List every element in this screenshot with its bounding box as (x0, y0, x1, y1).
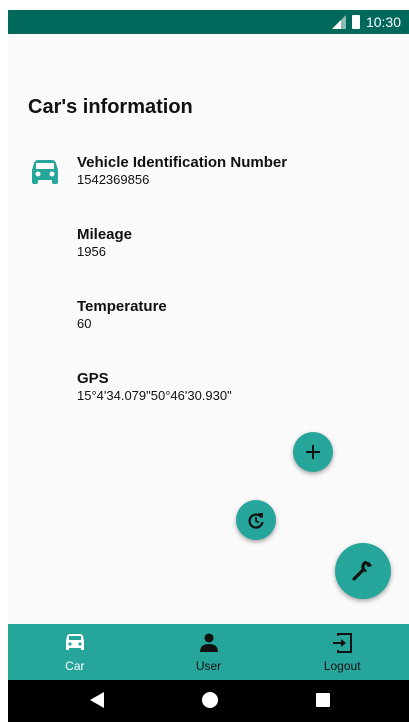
signal-icon (331, 15, 346, 29)
nav-label-user: User (195, 659, 222, 673)
vin-value: 1542369856 (77, 172, 150, 187)
status-icons: 10:30 (331, 14, 401, 30)
home-icon[interactable] (201, 691, 219, 709)
page-title: Car's information (28, 96, 193, 118)
logout-icon (333, 633, 353, 653)
system-navigation-bar (8, 680, 409, 722)
battery-icon (351, 15, 360, 29)
gps-field: GPS 15°4'34.079"50°46'30.930" (77, 370, 232, 404)
mileage-value: 1956 (77, 244, 106, 259)
nav-label-logout: Logout (323, 659, 361, 673)
nav-label-car: Car (65, 659, 85, 673)
nav-item-logout[interactable]: Logout (275, 624, 409, 680)
gps-value: 15°4'34.079"50°46'30.930" (77, 388, 232, 403)
service-button[interactable] (335, 543, 391, 599)
refresh-icon (248, 513, 264, 529)
recents-icon[interactable] (316, 693, 330, 707)
back-icon[interactable] (90, 692, 104, 708)
vin-label: Vehicle Identification Number (77, 154, 288, 171)
plus-icon (306, 445, 320, 459)
gps-label: GPS (77, 370, 109, 387)
bottom-navigation: Car User Logout (8, 624, 409, 680)
mileage-field: Mileage 1956 (77, 226, 132, 260)
phone-screen: 10:30 Car's information Vehicle Identifi… (8, 10, 409, 722)
temperature-value: 60 (77, 316, 92, 331)
nav-item-user[interactable]: User (142, 624, 276, 680)
status-time: 10:30 (365, 14, 401, 30)
car-icon (32, 160, 58, 184)
temperature-field: Temperature 60 (77, 298, 167, 332)
nav-item-car[interactable]: Car (8, 624, 142, 680)
vin-field: Vehicle Identification Number 1542369856 (77, 154, 287, 188)
status-bar: 10:30 (8, 10, 409, 34)
wrench-icon (352, 560, 372, 581)
add-button[interactable] (293, 432, 333, 472)
person-icon (199, 633, 218, 652)
refresh-button[interactable] (236, 500, 276, 540)
temperature-label: Temperature (77, 298, 167, 315)
mileage-label: Mileage (77, 226, 133, 243)
car-icon (65, 634, 84, 650)
